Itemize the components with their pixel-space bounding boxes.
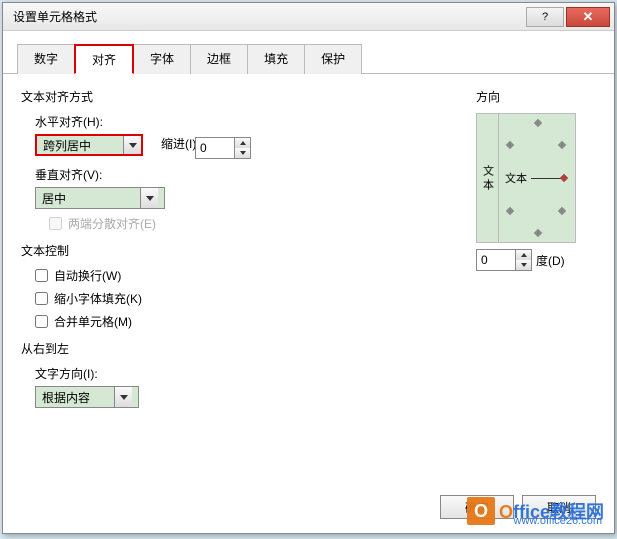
indent-spinner[interactable]	[195, 137, 251, 159]
diamond-icon	[534, 119, 542, 127]
watermark-logo-icon: O	[467, 497, 495, 525]
rtl-group-label: 从右到左	[21, 340, 476, 357]
h-align-value: 跨列居中	[37, 137, 123, 154]
text-direction-label: 文字方向(I):	[35, 365, 476, 382]
text-align-group-label: 文本对齐方式	[21, 88, 476, 105]
tab-strip: 数字 对齐 字体 边框 填充 保护	[3, 31, 614, 74]
watermark: O Office教程网 www.office26.com	[467, 497, 604, 525]
degree-spinner[interactable]	[476, 249, 532, 271]
wrap-text-checkbox[interactable]: 自动换行(W)	[35, 267, 476, 284]
dialog: 设置单元格格式 ? ✕ 数字 对齐 字体 边框 填充 保护 文本对齐方式 水平对…	[2, 2, 615, 534]
tab-font[interactable]: 字体	[133, 44, 191, 74]
shrink-checkbox-input[interactable]	[35, 292, 48, 305]
orientation-dial[interactable]: 文本	[499, 114, 575, 242]
indent-input[interactable]	[196, 138, 234, 158]
content: 文本对齐方式 水平对齐(H): 跨列居中 缩进(I):	[3, 74, 614, 418]
help-button[interactable]: ?	[526, 7, 564, 27]
text-direction-combo[interactable]: 根据内容	[35, 386, 139, 408]
orientation-handle[interactable]	[560, 174, 568, 182]
close-button[interactable]: ✕	[566, 7, 610, 27]
text-direction-value: 根据内容	[36, 389, 114, 406]
right-column: 方向 文 本 文本	[476, 84, 596, 408]
titlebar: 设置单元格格式 ? ✕	[3, 3, 614, 31]
h-align-label: 水平对齐(H):	[35, 113, 476, 130]
merge-checkbox-input[interactable]	[35, 315, 48, 328]
orientation-control[interactable]: 文 本 文本	[476, 113, 576, 243]
tab-fill[interactable]: 填充	[247, 44, 305, 74]
left-column: 文本对齐方式 水平对齐(H): 跨列居中 缩进(I):	[21, 84, 476, 408]
orientation-sample-text: 文本	[505, 170, 527, 186]
tab-border[interactable]: 边框	[190, 44, 248, 74]
tab-number[interactable]: 数字	[17, 44, 75, 74]
indent-label: 缩进(I):	[161, 135, 200, 152]
diamond-icon	[506, 207, 514, 215]
tab-protection[interactable]: 保护	[304, 44, 362, 74]
orientation-group-label: 方向	[476, 88, 596, 105]
v-align-label: 垂直对齐(V):	[35, 166, 476, 183]
orientation-vertical-text[interactable]: 文 本	[477, 114, 499, 242]
watermark-brand-1: O	[499, 502, 513, 522]
justify-label: 两端分散对齐(E)	[68, 215, 156, 232]
justify-distributed-checkbox: 两端分散对齐(E)	[49, 215, 476, 232]
window-title: 设置单元格格式	[7, 8, 524, 25]
spinner-up-icon[interactable]	[516, 250, 531, 260]
diamond-icon	[558, 141, 566, 149]
diamond-icon	[558, 207, 566, 215]
diamond-icon	[534, 229, 542, 237]
spinner-down-icon[interactable]	[235, 148, 250, 158]
merge-label: 合并单元格(M)	[54, 313, 132, 330]
wrap-checkbox-input[interactable]	[35, 269, 48, 282]
v-align-combo[interactable]: 居中	[35, 187, 165, 209]
text-control-group-label: 文本控制	[21, 242, 476, 259]
degree-input[interactable]	[477, 250, 515, 270]
chevron-down-icon	[123, 136, 141, 154]
chevron-down-icon	[140, 188, 158, 208]
shrink-label: 缩小字体填充(K)	[54, 290, 142, 307]
h-align-combo[interactable]: 跨列居中	[35, 134, 143, 156]
shrink-fit-checkbox[interactable]: 缩小字体填充(K)	[35, 290, 476, 307]
tab-alignment[interactable]: 对齐	[74, 44, 134, 74]
diamond-icon	[506, 141, 514, 149]
spinner-down-icon[interactable]	[516, 260, 531, 270]
spinner-up-icon[interactable]	[235, 138, 250, 148]
watermark-url: www.office26.com	[514, 515, 602, 527]
wrap-label: 自动换行(W)	[54, 267, 121, 284]
merge-cells-checkbox[interactable]: 合并单元格(M)	[35, 313, 476, 330]
justify-checkbox-input	[49, 217, 62, 230]
v-align-value: 居中	[36, 190, 140, 207]
degree-label: 度(D)	[536, 252, 565, 269]
chevron-down-icon	[114, 387, 132, 407]
